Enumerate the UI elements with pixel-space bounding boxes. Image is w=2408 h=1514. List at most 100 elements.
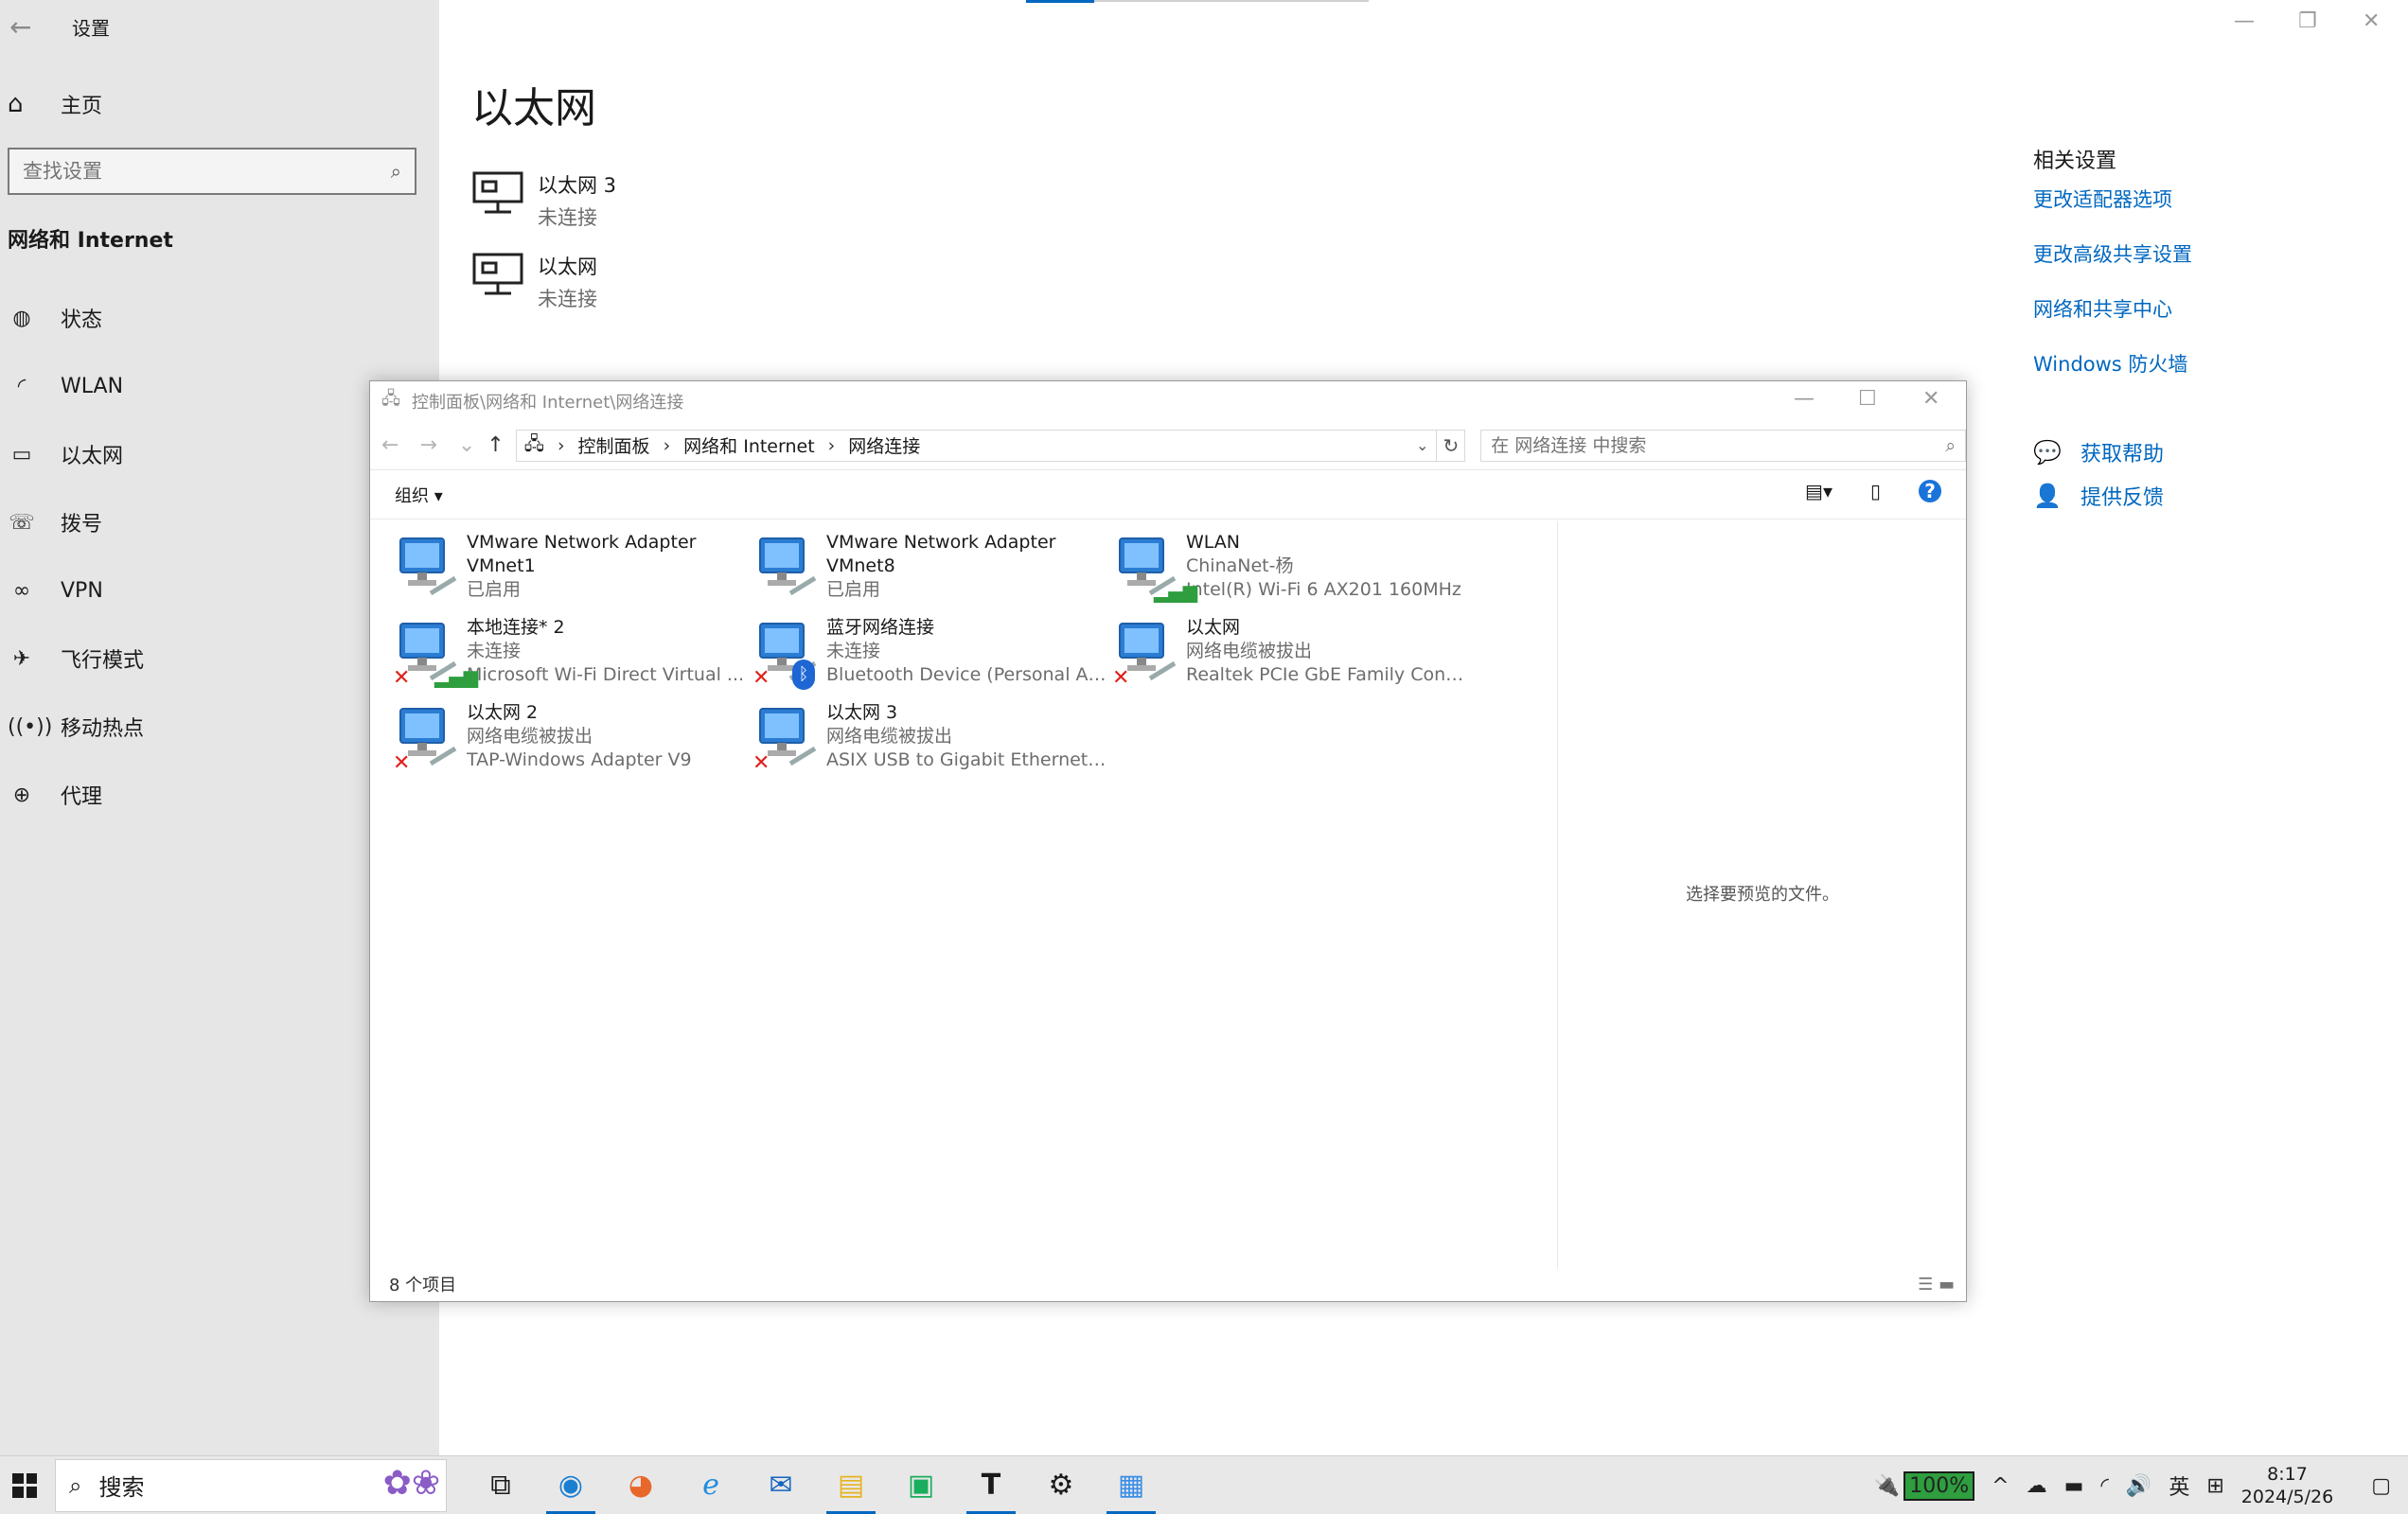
preview-placeholder: 选择要预览的文件。 xyxy=(1686,885,1839,905)
preview-pane-icon[interactable]: ▯ xyxy=(1870,480,1881,502)
vpn-icon: ∞ xyxy=(12,578,31,603)
get-help-row[interactable]: 💬 获取帮助 xyxy=(2033,437,2164,467)
close-icon[interactable]: ✕ xyxy=(2363,9,2380,33)
link-advanced-sharing[interactable]: 更改高级共享设置 xyxy=(2033,240,2192,295)
device-icon[interactable]: ▬ xyxy=(2064,1474,2084,1498)
view-options-icon[interactable]: ▤▾ xyxy=(1805,480,1833,502)
back-arrow-icon[interactable]: ← xyxy=(9,11,31,43)
restore-icon[interactable]: ❐ xyxy=(2298,9,2317,33)
taskbar-apps: ⧉ ◉ ◕ ℯ ✉ ▤ ▣ T ⚙ ▦ xyxy=(466,1457,1166,1514)
mail-icon[interactable]: ✉ xyxy=(752,1457,809,1514)
explorer-search-input[interactable] xyxy=(1491,434,1927,456)
connection-item[interactable]: VMware Network Adapter VMnet8 已启用 xyxy=(752,531,1112,612)
nav-item-label: 以太网 xyxy=(61,445,124,468)
onedrive-icon[interactable]: ☁ xyxy=(2027,1474,2047,1498)
task-view-icon[interactable]: ⧉ xyxy=(472,1457,529,1514)
adapter-ethernet-3[interactable]: 以太网 3 未连接 xyxy=(471,170,616,231)
explorer-search-box[interactable]: ⌕ xyxy=(1480,429,1967,462)
settings-search-box[interactable]: ⌕ xyxy=(8,148,416,195)
feedback-link[interactable]: 提供反馈 xyxy=(2080,481,2164,511)
ime-grid-icon[interactable]: ⊞ xyxy=(2206,1474,2223,1498)
firefox-icon[interactable]: ◕ xyxy=(612,1457,669,1514)
page-title: 以太网 xyxy=(471,84,596,132)
ie-icon[interactable]: ℯ xyxy=(682,1457,739,1514)
file-explorer-icon[interactable]: ▤ xyxy=(823,1457,879,1514)
search-icon[interactable]: ⌕ xyxy=(391,160,401,183)
search-icon[interactable]: ⌕ xyxy=(1945,435,1956,456)
connection-status: ChinaNet-杨 xyxy=(1186,555,1294,576)
adapter-ethernet[interactable]: 以太网 未连接 xyxy=(471,252,597,312)
nav-item-status[interactable]: ◍ 状态 xyxy=(0,284,439,352)
view-toggle-icon[interactable]: ☰ ▬ xyxy=(1918,1275,1955,1294)
up-arrow-icon[interactable]: ↑ xyxy=(487,433,504,457)
control-panel-icon[interactable]: ▦ xyxy=(1103,1457,1160,1514)
connection-item[interactable]: ✕ 以太网 2 网络电缆被拔出 TAP-Windows Adapter V9 xyxy=(393,701,752,783)
store-icon[interactable]: ▣ xyxy=(893,1457,949,1514)
preview-divider[interactable] xyxy=(1557,521,1558,1269)
chevron-up-icon[interactable]: ^ xyxy=(1992,1474,2009,1498)
close-icon[interactable]: ✕ xyxy=(1922,387,1939,411)
ethernet-monitor-icon xyxy=(472,171,523,214)
wifi-icon[interactable]: ◜ xyxy=(2100,1474,2109,1498)
recent-chevron-icon[interactable]: ⌄ xyxy=(458,433,475,457)
signal-bars-icon: ▂▄▆ xyxy=(434,665,479,688)
connection-text: WLAN ChinaNet-杨 Intel(R) Wi-Fi 6 AX201 160… xyxy=(1186,531,1470,612)
chevron-right-icon[interactable]: › xyxy=(828,435,836,456)
breadcrumb-network-connections[interactable]: 网络连接 xyxy=(848,432,920,458)
connection-status: 已启用 xyxy=(467,579,522,600)
clock-date: 2024/5/26 xyxy=(2240,1487,2334,1507)
feedback-row[interactable]: 👤 提供反馈 xyxy=(2033,481,2164,511)
minimize-icon[interactable]: — xyxy=(2234,9,2255,33)
nav-item-label: VPN xyxy=(61,578,103,603)
volume-icon[interactable]: 🔊 xyxy=(2126,1474,2151,1498)
maximize-icon[interactable]: ☐ xyxy=(1858,387,1877,411)
breadcrumb-control-panel[interactable]: 控制面板 xyxy=(578,432,650,458)
nav-item-label: 代理 xyxy=(61,785,103,809)
nav-item-label: WLAN xyxy=(61,374,124,398)
settings-gear-icon[interactable]: ⚙ xyxy=(1033,1457,1089,1514)
edge-icon[interactable]: ◉ xyxy=(542,1457,599,1514)
explorer-titlebar[interactable]: 🖧 控制面板\网络和 Internet\网络连接 — ☐ ✕ xyxy=(370,381,1966,421)
get-help-link[interactable]: 获取帮助 xyxy=(2080,437,2164,467)
connection-item[interactable]: ✕ ᛒ 蓝牙网络连接 未连接 Bluetooth Device (Personal Ar… xyxy=(752,616,1112,697)
chevron-down-icon[interactable]: ⌄ xyxy=(1416,436,1428,454)
back-arrow-icon[interactable]: ← xyxy=(381,433,398,457)
system-tray: 🔌 100% ^ ☁ ▬ ◜ 🔊 英 ⊞ 8:17 2024/5/26 ▢ xyxy=(1874,1456,2408,1514)
connection-item[interactable]: ✕ 以太网 3 网络电缆被拔出 ASIX USB to Gigabit Etherne… xyxy=(752,701,1112,783)
network-adapter-icon: ✕ xyxy=(393,701,467,777)
link-sharing-center[interactable]: 网络和共享中心 xyxy=(2033,295,2192,350)
windows-start-icon[interactable] xyxy=(6,1467,44,1505)
network-adapter-icon xyxy=(393,531,467,607)
forward-arrow-icon[interactable]: → xyxy=(419,433,436,457)
clock[interactable]: 8:17 2024/5/26 xyxy=(2241,1463,2333,1508)
nav-home[interactable]: ⌂ 主页 xyxy=(8,85,102,123)
organize-button[interactable]: 组织 ▾ xyxy=(395,483,443,507)
connection-text: 蓝牙网络连接 未连接 Bluetooth Device (Personal Are.… xyxy=(826,616,1110,697)
notification-icon[interactable]: ▢ xyxy=(2371,1474,2391,1498)
help-icon[interactable]: ? xyxy=(1919,480,1941,502)
settings-window-title: 设置 xyxy=(72,17,110,40)
connection-name: VMware Network Adapter VMnet8 xyxy=(826,532,1056,576)
chevron-right-icon[interactable]: › xyxy=(558,435,565,456)
explorer-content: VMware Network Adapter VMnet1 已启用 VMware N… xyxy=(370,521,1968,1269)
typora-icon[interactable]: T xyxy=(963,1457,1019,1514)
address-bar[interactable]: 🖧 › 控制面板 › 网络和 Internet › 网络连接 ⌄ xyxy=(515,429,1438,462)
ime-indicator[interactable]: 英 xyxy=(2169,1470,2189,1501)
refresh-icon[interactable]: ↻ xyxy=(1437,429,1466,462)
link-firewall[interactable]: Windows 防火墙 xyxy=(2033,350,2192,405)
disconnected-x-icon: ✕ xyxy=(393,751,411,775)
settings-search-input[interactable] xyxy=(23,160,363,183)
minimize-icon[interactable]: — xyxy=(1794,387,1815,411)
connection-item[interactable]: ✕ ▂▄▆ 本地连接* 2 未连接 Microsoft Wi-Fi Direct Vir… xyxy=(393,616,752,697)
connection-text: VMware Network Adapter VMnet1 已启用 xyxy=(467,531,751,612)
home-icon: ⌂ xyxy=(8,90,24,118)
link-adapter-options[interactable]: 更改适配器选项 xyxy=(2033,185,2192,240)
connection-item[interactable]: ▂▄▆ WLAN ChinaNet-杨 Intel(R) Wi-Fi 6 AX201 … xyxy=(1112,531,1472,612)
chevron-right-icon[interactable]: › xyxy=(664,435,671,456)
connection-status: 网络电缆被拔出 xyxy=(467,726,593,747)
connection-item[interactable]: VMware Network Adapter VMnet1 已启用 xyxy=(393,531,752,612)
connection-item[interactable]: ✕ 以太网 网络电缆被拔出 Realtek PCIe GbE Family Contr… xyxy=(1112,616,1472,697)
breadcrumb-network-internet[interactable]: 网络和 Internet xyxy=(683,432,814,458)
battery-indicator[interactable]: 100% xyxy=(1903,1470,1975,1501)
taskbar-search[interactable]: ⌕ 搜索 ✿❀ xyxy=(55,1458,447,1512)
